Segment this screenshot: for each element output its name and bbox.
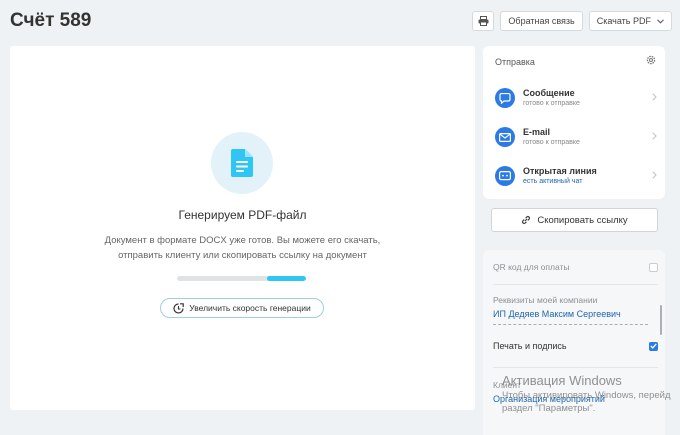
top-actions: Обратная связь Скачать PDF (472, 11, 672, 31)
speed-up-label: Увеличить скорость генерации (189, 303, 311, 313)
channel-message[interactable]: Сообщение готово к отправке (495, 83, 660, 113)
copy-link-label: Скопировать ссылку (537, 214, 628, 226)
watermark-title: Активация Windows (502, 373, 622, 388)
open-line-icon (495, 166, 515, 186)
generation-description: Документ в формате DOCX уже готов. Вы мо… (10, 233, 475, 263)
printer-icon (478, 16, 489, 26)
chevron-right-icon (652, 92, 660, 104)
channel-status: есть активный чат (523, 178, 583, 185)
generation-progress-bar (177, 276, 306, 281)
send-card: Отправка Сообщение готово к отправке E-m… (483, 46, 665, 199)
link-icon (522, 215, 531, 225)
sign-row: Печать и подпись (493, 341, 658, 351)
channel-name: E-mail (523, 127, 551, 137)
channel-name: Открытая линия (523, 166, 597, 176)
divider (493, 367, 658, 368)
feedback-button[interactable]: Обратная связь (500, 11, 583, 31)
dashed-separator (493, 324, 648, 325)
download-pdf-button[interactable]: Скачать PDF (588, 11, 672, 31)
watermark-line1: Чтобы активировать Windows, перейд (502, 390, 671, 401)
document-icon (211, 132, 273, 194)
chevron-right-icon (652, 170, 660, 182)
chat-icon (495, 88, 515, 108)
requisites-label: Реквизиты моей компании (493, 295, 598, 305)
generation-desc-line2: отправить клиенту или скопировать ссылку… (118, 250, 367, 261)
scrollbar[interactable] (660, 305, 662, 335)
copy-link-button[interactable]: Скопировать ссылку (491, 208, 658, 232)
speed-up-icon (173, 302, 185, 314)
sign-label: Печать и подпись (493, 341, 567, 351)
qr-checkbox[interactable] (649, 262, 658, 272)
mail-icon (495, 127, 515, 147)
generation-title: Генерируем PDF-файл (178, 208, 307, 222)
right-panel: Отправка Сообщение готово к отправке E-m… (483, 46, 665, 199)
channel-status: готово к отправке (523, 100, 580, 107)
generation-desc-line1: Документ в формате DOCX уже готов. Вы мо… (104, 235, 381, 246)
chevron-down-icon (657, 17, 664, 26)
sign-checkbox[interactable] (649, 341, 658, 351)
windows-activation-watermark: Активация Windows Чтобы активировать Win… (502, 373, 671, 415)
requisites-link[interactable]: ИП Дедяев Максим Сергеевич (493, 309, 621, 319)
generation-card: Генерируем PDF-файл Документ в формате D… (10, 46, 475, 410)
channel-status: готово к отправке (523, 139, 580, 146)
progress-fill (267, 276, 306, 281)
channel-open-line[interactable]: Открытая линия есть активный чат (495, 161, 660, 191)
gear-icon[interactable] (645, 54, 657, 66)
qr-label: QR код для оплаты (493, 262, 570, 272)
send-header: Отправка (495, 57, 535, 67)
channel-name: Сообщение (523, 88, 575, 98)
qr-row: QR код для оплаты (493, 262, 658, 272)
download-label: Скачать PDF (596, 16, 651, 26)
chevron-right-icon (652, 131, 660, 143)
print-button[interactable] (472, 11, 495, 31)
divider (493, 284, 658, 285)
watermark-line2: раздел "Параметры". (502, 403, 596, 414)
page-title: Счёт 589 (10, 10, 92, 31)
channel-email[interactable]: E-mail готово к отправке (495, 122, 660, 152)
speed-up-button[interactable]: Увеличить скорость генерации (160, 298, 324, 318)
feedback-label: Обратная связь (508, 16, 575, 26)
